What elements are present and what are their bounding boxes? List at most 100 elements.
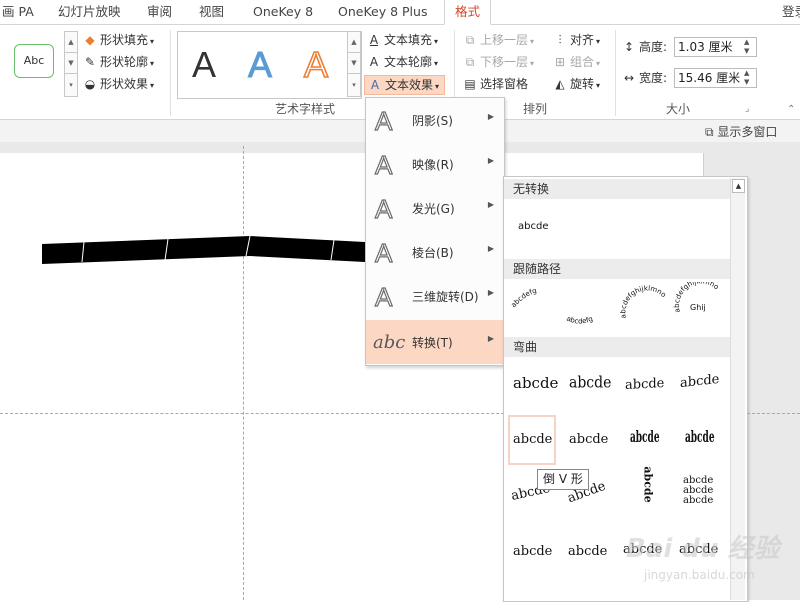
- shape-effects-button[interactable]: ◒ 形状效果 ▾: [83, 75, 154, 93]
- glow-icon: A: [374, 193, 393, 224]
- vertical-guide: [243, 146, 244, 600]
- text-fill-icon: A: [369, 33, 379, 47]
- path-arch-down[interactable]: abcdefg: [565, 315, 594, 326]
- transform-none[interactable]: abcde: [518, 221, 548, 232]
- wordart-style-blue[interactable]: A: [247, 44, 272, 86]
- send-backward-icon: ⧉: [465, 55, 475, 69]
- tab-review[interactable]: 审阅: [147, 0, 172, 24]
- shape-fill-button[interactable]: ◆ 形状填充 ▾: [83, 31, 154, 49]
- path-button[interactable]: abcdefghijklmno Ghij: [673, 282, 720, 313]
- transform-icon: abc: [373, 332, 406, 353]
- warp-triangle[interactable]: abcde: [625, 376, 664, 393]
- submenu-arrow-icon: ▶: [487, 112, 494, 121]
- svg-text:Ghij: Ghij: [690, 303, 706, 312]
- 3d-rotation-icon: A: [374, 281, 393, 312]
- path-circle[interactable]: abcdefghijklmno: [619, 284, 667, 319]
- wordart-style-black[interactable]: A: [192, 44, 216, 86]
- size-group-label: 大小: [666, 102, 691, 116]
- submenu-arrow-icon: ▶: [487, 288, 494, 297]
- tab-format[interactable]: 格式: [444, 0, 492, 25]
- group-icon: ⊞: [554, 55, 566, 69]
- scroll-up-icon[interactable]: ▲: [732, 179, 745, 193]
- warp-ring-outside[interactable]: abcde: [685, 428, 715, 446]
- text-effects-menu: A 阴影(S) ▶ A 映像(R) ▶ A 发光(G) ▶ A 棱台(B) ▶ …: [365, 97, 505, 366]
- menu-item-shadow[interactable]: A 阴影(S) ▶: [366, 98, 504, 142]
- menu-item-bevel[interactable]: A 棱台(B) ▶: [366, 230, 504, 274]
- tab-onekey8[interactable]: OneKey 8: [253, 0, 313, 24]
- text-outline-button[interactable]: A 文本轮廓 ▾: [367, 53, 438, 71]
- section-warp: 弯曲: [504, 337, 740, 357]
- text-effects-icon: A: [370, 78, 380, 92]
- warp-plain[interactable]: abcde: [513, 374, 558, 392]
- submenu-arrow-icon: ▶: [487, 334, 494, 343]
- ribbon-tab-bar: 画 PA 幻灯片放映 审阅 视图 OneKey 8 OneKey 8 Plus …: [0, 0, 800, 25]
- wordart-more-icon[interactable]: ▾: [347, 73, 361, 97]
- wordart-style-orange[interactable]: A: [303, 43, 329, 86]
- menu-item-3d-rotation[interactable]: A 三维旋转(D) ▶: [366, 274, 504, 318]
- reflection-icon: A: [374, 149, 393, 180]
- watermark-url: jingyan.baidu.com: [644, 568, 755, 582]
- menu-item-transform[interactable]: abc 转换(T) ▶: [366, 320, 504, 364]
- warp-ring-inside[interactable]: abcde: [630, 428, 660, 446]
- selection-pane-button[interactable]: ▤ 选择窗格: [463, 75, 528, 93]
- warp-stop[interactable]: abcde: [569, 374, 611, 392]
- group-divider: [170, 30, 171, 116]
- tab-onekey8plus[interactable]: OneKey 8 Plus: [338, 0, 427, 24]
- tooltip: 倒 V 形: [537, 469, 589, 490]
- section-follow-path: 跟随路径: [504, 259, 740, 279]
- selection-pane-icon: ▤: [464, 77, 476, 91]
- watermark-logo: Bai du 经验: [626, 534, 780, 564]
- show-multiple-windows-button[interactable]: ⧉ 显示多窗口: [705, 123, 777, 140]
- align-button[interactable]: ⫶ 对齐 ▾: [553, 31, 600, 49]
- rotate-button[interactable]: ◭ 旋转 ▾: [553, 75, 600, 93]
- arrange-group-label: 排列: [523, 102, 548, 116]
- align-icon: ⫶: [558, 33, 562, 47]
- paint-bucket-icon: ◆: [85, 33, 95, 47]
- rotate-icon: ◭: [555, 77, 565, 91]
- pencil-icon: ✎: [84, 55, 96, 69]
- collapse-ribbon-icon[interactable]: ⌃: [787, 104, 795, 115]
- svg-text:abcdefghijklmno: abcdefghijklmno: [619, 284, 667, 319]
- warp-chevron-up[interactable]: abcde: [569, 432, 608, 447]
- tab-view[interactable]: 视图: [199, 0, 224, 24]
- gallery-down-icon[interactable]: ▼: [64, 52, 78, 74]
- svg-text:abcdefg: abcdefg: [510, 287, 538, 310]
- text-fill-button[interactable]: A 文本填充 ▾: [367, 31, 438, 49]
- sign-in-link[interactable]: 登录: [782, 0, 800, 24]
- path-arch-up[interactable]: abcdefg: [510, 287, 538, 310]
- warp-chevron-down[interactable]: abcde: [513, 432, 552, 447]
- size-dialog-launcher-icon[interactable]: ⌟: [745, 104, 749, 114]
- tab-slideshow[interactable]: 幻灯片放映: [58, 0, 121, 24]
- shape-outline-button[interactable]: ✎ 形状轮廓 ▾: [83, 53, 154, 71]
- shadow-icon: A: [374, 105, 393, 136]
- warp-arch-up-pour[interactable]: abcde: [513, 544, 552, 559]
- warp-circle[interactable]: abcde: [642, 466, 655, 502]
- menu-item-glow[interactable]: A 发光(G) ▶: [366, 186, 504, 230]
- wordart-gallery: A A A: [177, 31, 362, 99]
- follow-path-samples: abcdefg abcdefg abcdefghijklmno abcdefgh…: [510, 282, 721, 326]
- menu-item-reflection[interactable]: A 映像(R) ▶: [366, 142, 504, 186]
- text-effects-button[interactable]: A 文本效果 ▾: [364, 75, 446, 95]
- bring-forward-button[interactable]: ⧉ 上移一层 ▾: [463, 31, 534, 49]
- wordart-shape[interactable]: [40, 232, 370, 268]
- tab-draw[interactable]: 画 PA: [2, 0, 34, 24]
- width-spinner[interactable]: ▲ ▼: [744, 69, 754, 87]
- warp-arch-down-pour[interactable]: abcde: [568, 544, 607, 559]
- height-icon: ↕: [623, 40, 635, 54]
- shape-effects-icon: ◒: [84, 77, 96, 91]
- height-label: ↕ 高度:: [623, 40, 668, 54]
- warp-button[interactable]: abcde abcde abcde: [683, 476, 713, 506]
- send-backward-button[interactable]: ⧉ 下移一层 ▾: [463, 53, 534, 71]
- section-no-transform: 无转换: [504, 179, 740, 199]
- bevel-icon: A: [374, 237, 393, 268]
- height-spinner[interactable]: ▲ ▼: [744, 38, 754, 56]
- group-button[interactable]: ⊞ 组合 ▾: [553, 53, 600, 71]
- text-outline-icon: A: [369, 55, 379, 69]
- gallery-more-icon[interactable]: ▾: [64, 73, 78, 97]
- wordart-up-icon[interactable]: ▲: [347, 31, 361, 53]
- shape-style-preset[interactable]: Abc: [14, 44, 54, 78]
- submenu-arrow-icon: ▶: [487, 200, 494, 209]
- gallery-up-icon[interactable]: ▲: [64, 31, 78, 53]
- bring-forward-icon: ⧉: [465, 33, 475, 47]
- wordart-down-icon[interactable]: ▼: [347, 52, 361, 74]
